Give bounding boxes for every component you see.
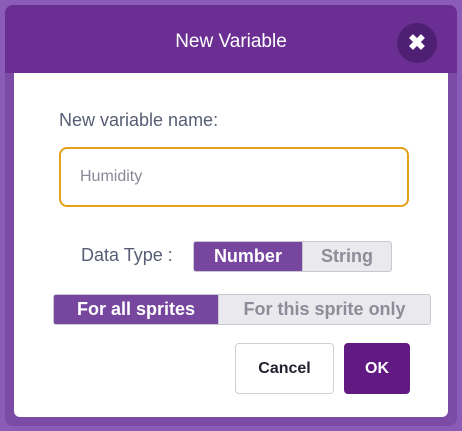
data-type-string-option[interactable]: String <box>301 242 391 271</box>
scope-toggle: For all sprites For this sprite only <box>53 294 431 325</box>
new-variable-dialog: New Variable ✖ New variable name: Humidi… <box>5 5 457 426</box>
data-type-label: Data Type : <box>81 245 173 265</box>
data-type-number-option[interactable]: Number <box>194 242 302 271</box>
variable-name-input[interactable]: Humidity <box>59 147 409 207</box>
variable-name-label: New variable name: <box>59 110 219 130</box>
backdrop: New Variable ✖ New variable name: Humidi… <box>0 0 462 431</box>
dialog-body: New variable name: Humidity Data Type : … <box>14 73 448 417</box>
cancel-button[interactable]: Cancel <box>235 343 334 394</box>
data-type-toggle: Number String <box>193 241 392 272</box>
scope-all-sprites-option[interactable]: For all sprites <box>54 295 219 324</box>
dialog-title: New Variable <box>175 31 287 52</box>
close-button[interactable]: ✖ <box>397 23 437 63</box>
scope-this-sprite-option[interactable]: For this sprite only <box>218 295 430 324</box>
ok-button[interactable]: OK <box>344 343 410 394</box>
close-icon: ✖ <box>407 30 427 55</box>
